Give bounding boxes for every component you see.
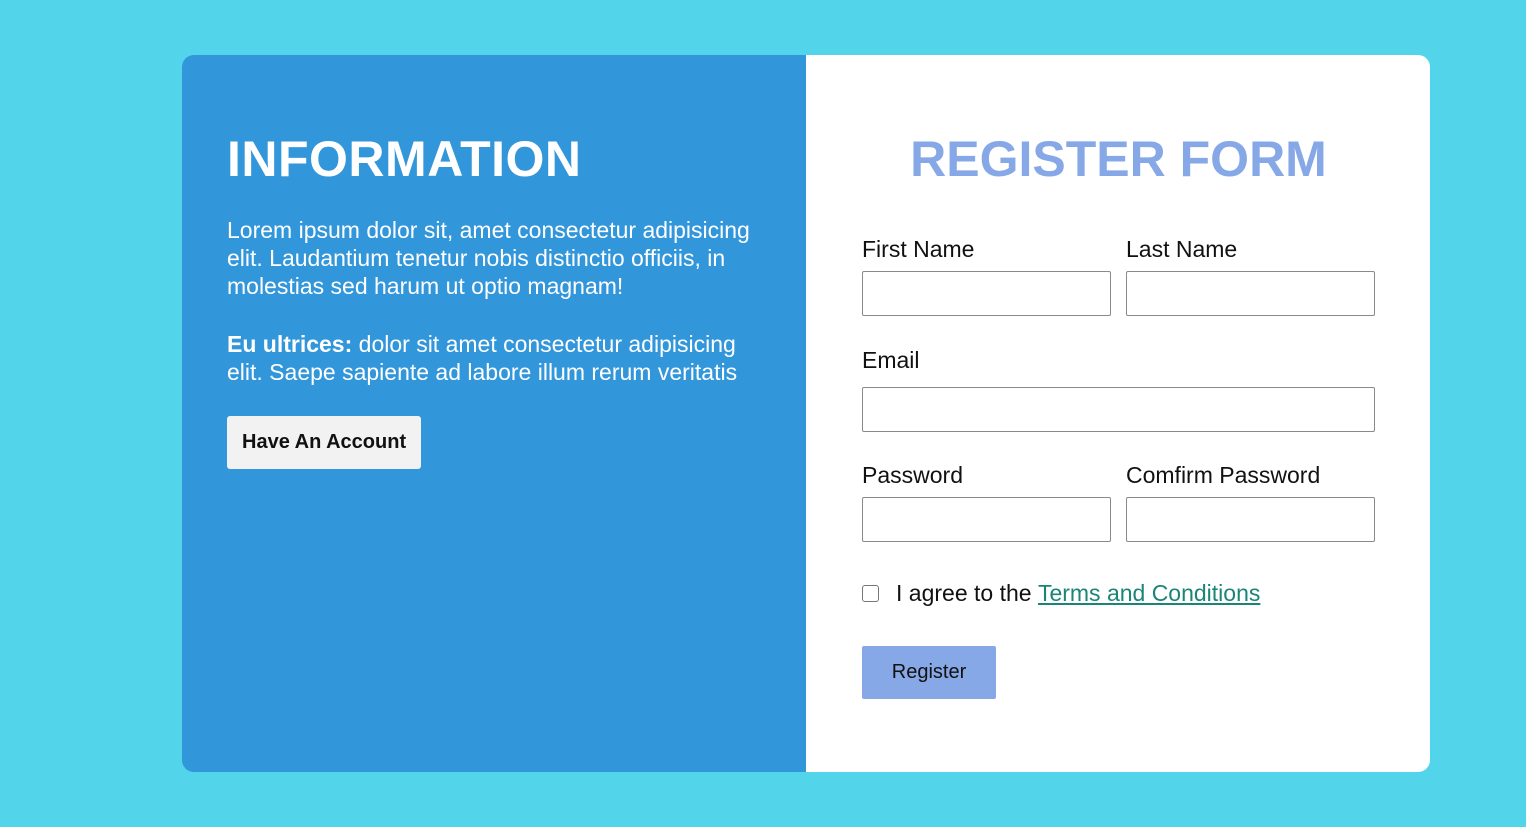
information-panel: INFORMATION Lorem ipsum dolor sit, amet … [182,55,806,772]
register-card: INFORMATION Lorem ipsum dolor sit, amet … [182,55,1430,772]
email-label: Email [862,347,920,373]
email-field: Email [862,347,1375,432]
confirm-password-field: Comfirm Password [1126,462,1375,542]
terms-agreement: I agree to the Terms and Conditions [862,580,1375,607]
information-title: INFORMATION [227,131,582,187]
first-name-input[interactable] [862,271,1111,316]
last-name-field: Last Name [1126,236,1375,316]
confirm-password-input[interactable] [1126,497,1375,542]
register-button[interactable]: Register [862,646,996,699]
terms-and-conditions-link[interactable]: Terms and Conditions [1038,580,1260,607]
first-name-field: First Name [862,236,1111,316]
name-row: First Name Last Name [862,236,1375,316]
terms-checkbox[interactable] [862,585,879,602]
last-name-label: Last Name [1126,236,1238,262]
password-label: Password [862,462,963,488]
password-input[interactable] [862,497,1111,542]
information-paragraph-secondary: Eu ultrices: dolor sit amet consectetur … [227,330,761,386]
register-form-panel: REGISTER FORM First Name Last Name Email… [806,55,1430,772]
first-name-label: First Name [862,236,975,262]
email-input[interactable] [862,387,1375,432]
information-paragraph: Lorem ipsum dolor sit, amet consectetur … [227,217,750,299]
information-highlight: Eu ultrices: [227,331,353,357]
terms-agreement-text: I agree to the [896,580,1038,606]
password-row: Password Comfirm Password [862,462,1375,542]
last-name-input[interactable] [1126,271,1375,316]
confirm-password-label: Comfirm Password [1126,462,1321,488]
password-field: Password [862,462,1111,542]
email-row: Email [862,347,1375,432]
register-form-title: REGISTER FORM [910,131,1327,187]
have-an-account-button[interactable]: Have An Account [227,416,422,469]
